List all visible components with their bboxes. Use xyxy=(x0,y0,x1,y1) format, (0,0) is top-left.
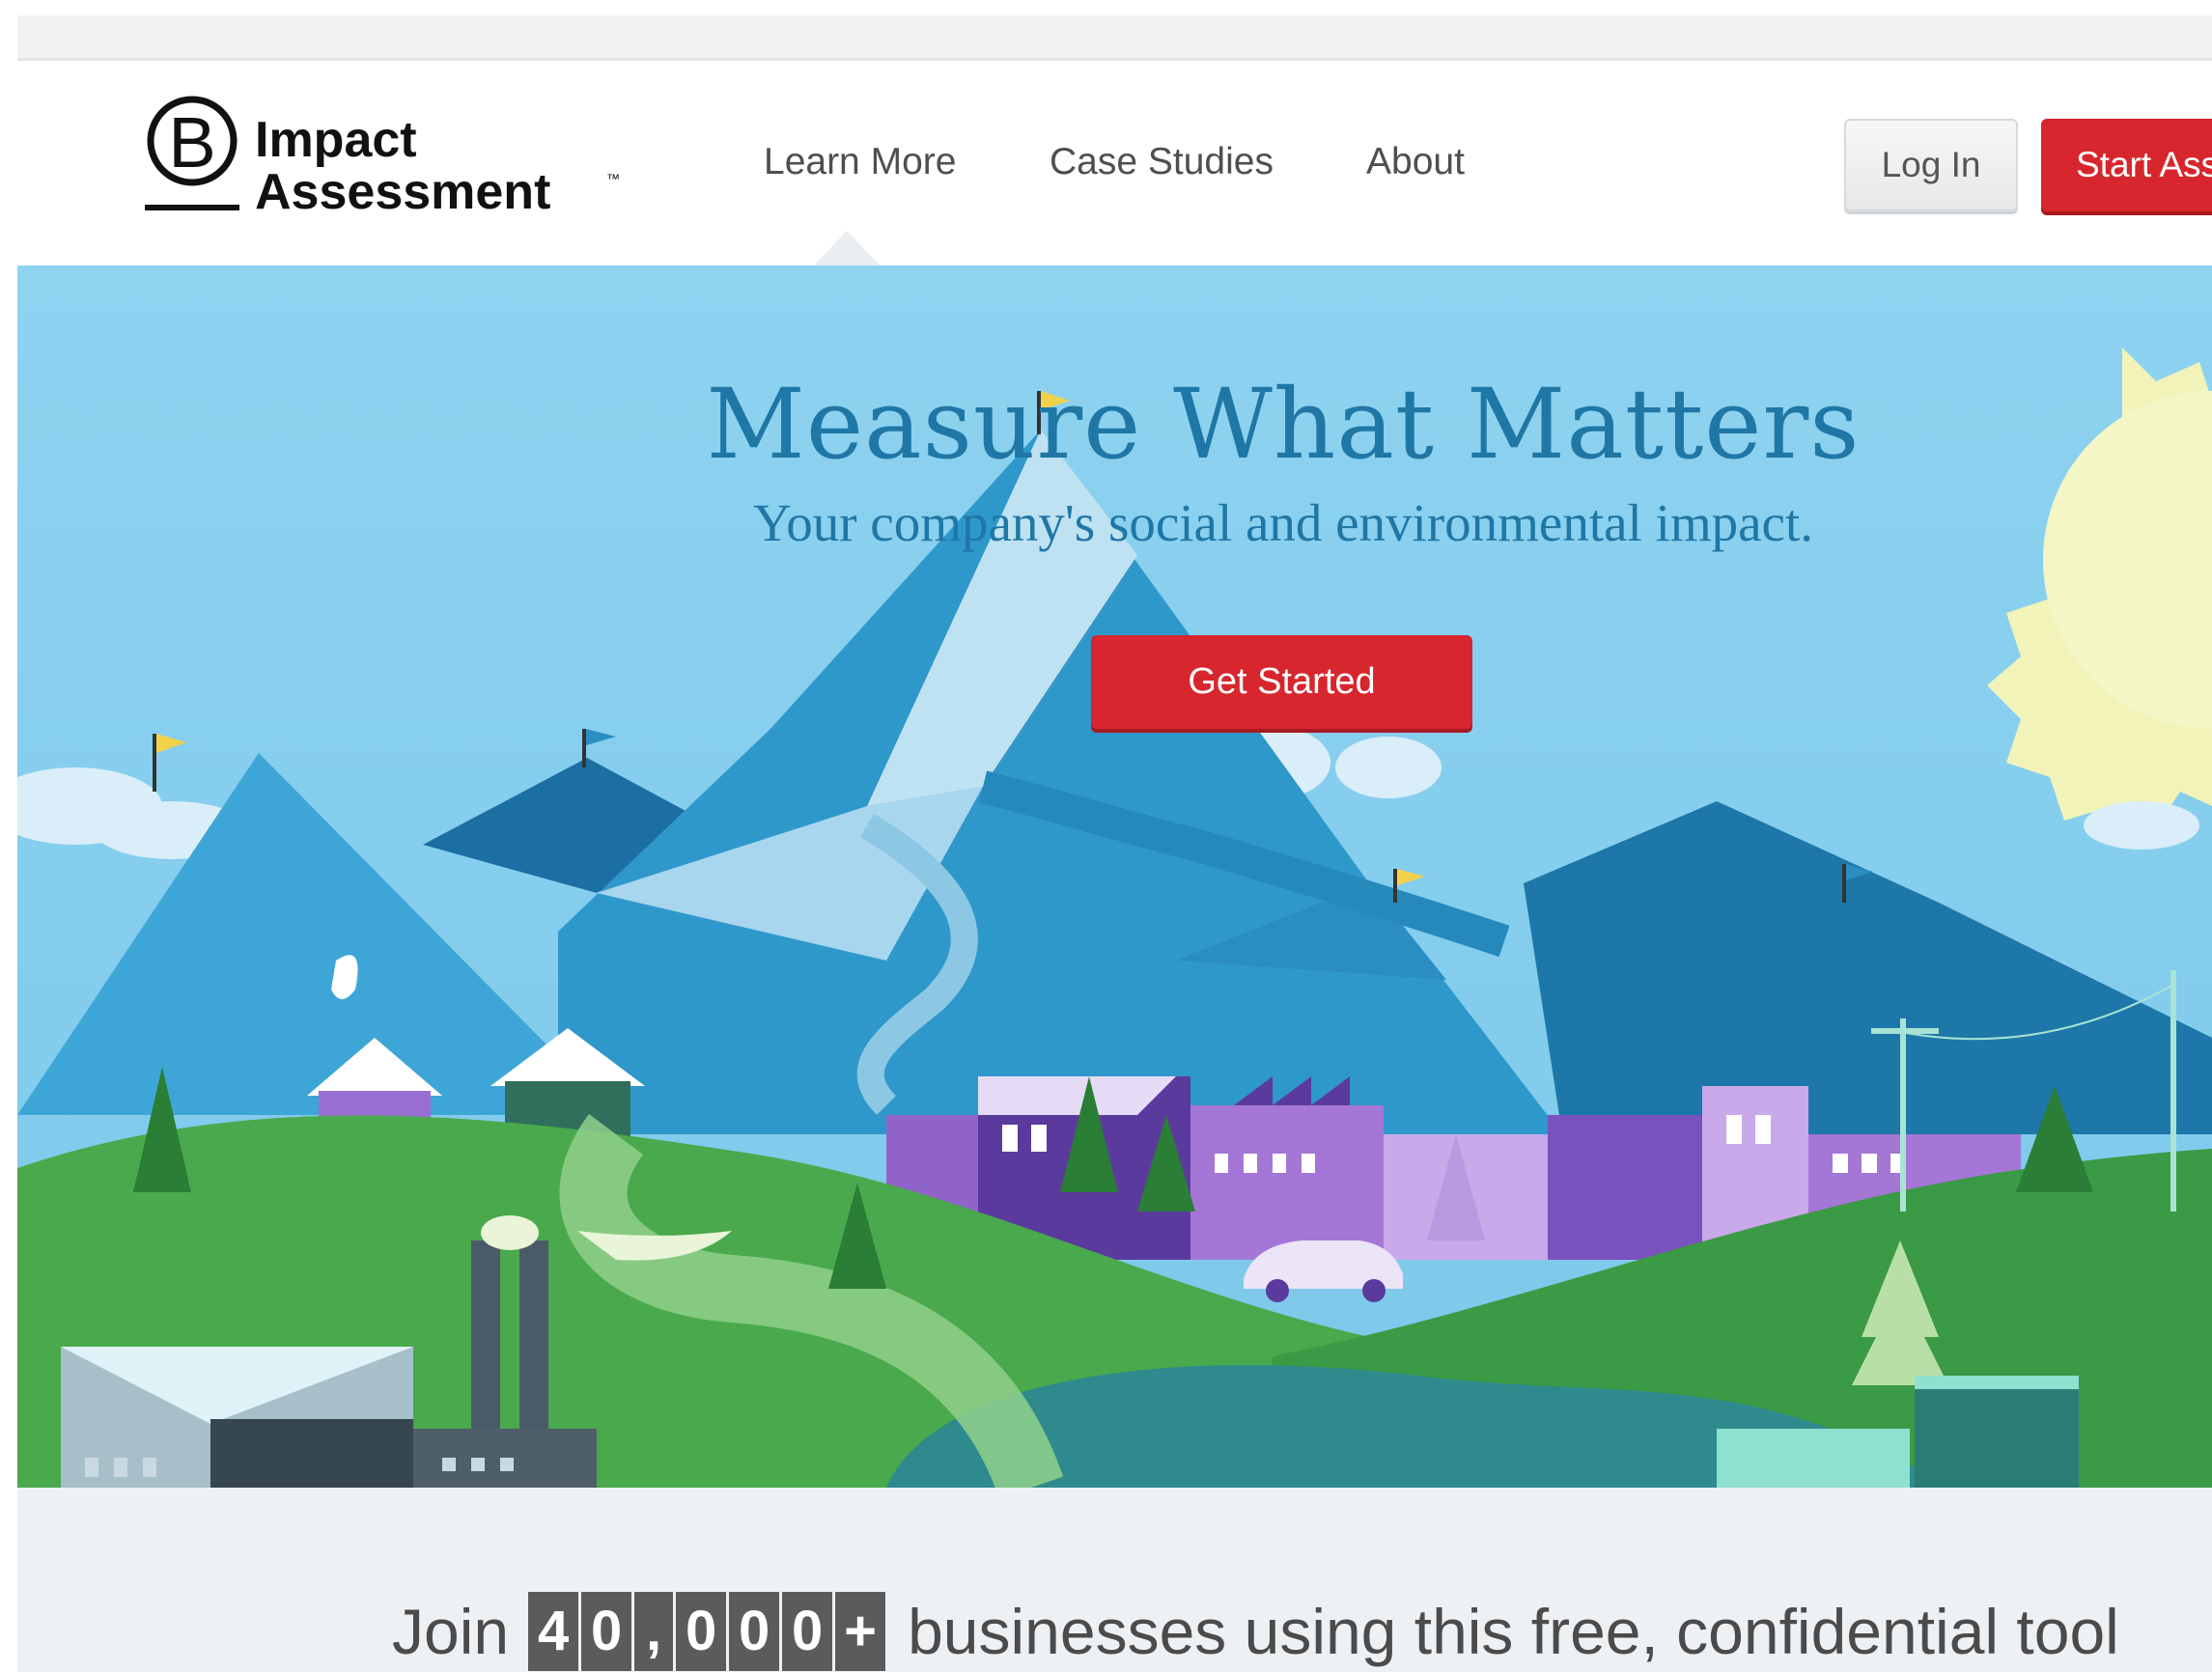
nav-about[interactable]: About xyxy=(1366,140,1465,184)
stats-line: Join 4 0 , 0 0 0 + businesses using this… xyxy=(392,1592,2119,1671)
hero-title: Measure What Matters xyxy=(706,368,1861,481)
log-in-button[interactable]: Log In xyxy=(1844,119,2018,211)
counter-digit: 0 xyxy=(782,1592,833,1671)
site-header: B Impact Assessment ™ Learn More Case St… xyxy=(17,61,2212,265)
counter-digit: 0 xyxy=(581,1592,632,1671)
hero-section: Measure What Matters Your company's soci… xyxy=(17,265,2212,1488)
start-assessment-button[interactable]: Start Assessment xyxy=(2041,119,2212,211)
b-impact-logo[interactable]: B Impact Assessment ™ xyxy=(141,95,633,220)
counter-digit: 0 xyxy=(729,1592,780,1671)
browser-top-bar xyxy=(17,15,2212,61)
counter-digit: 4 xyxy=(528,1592,579,1671)
business-counter: 4 0 , 0 0 0 + xyxy=(528,1592,888,1671)
counter-plus: + xyxy=(835,1592,886,1671)
stats-banner: Join 4 0 , 0 0 0 + businesses using this… xyxy=(17,1488,2212,1672)
nav-learn-more[interactable]: Learn More xyxy=(764,140,956,184)
stats-suffix: businesses using this free, confidential… xyxy=(908,1596,2119,1667)
logo-trademark: ™ xyxy=(606,171,620,186)
stats-prefix: Join xyxy=(392,1596,510,1667)
hero-subtitle: Your company's social and environmental … xyxy=(753,493,1813,552)
nav-case-studies[interactable]: Case Studies xyxy=(1050,140,1274,184)
logo-letter: B xyxy=(168,102,215,182)
counter-separator: , xyxy=(634,1592,674,1671)
get-started-button[interactable]: Get Started xyxy=(1091,635,1472,729)
logo-line-assessment: Assessment xyxy=(255,164,550,220)
active-nav-indicator xyxy=(814,231,880,265)
logo-line-impact: Impact xyxy=(255,112,417,168)
counter-digit: 0 xyxy=(676,1592,727,1671)
logo-underline xyxy=(145,205,239,210)
